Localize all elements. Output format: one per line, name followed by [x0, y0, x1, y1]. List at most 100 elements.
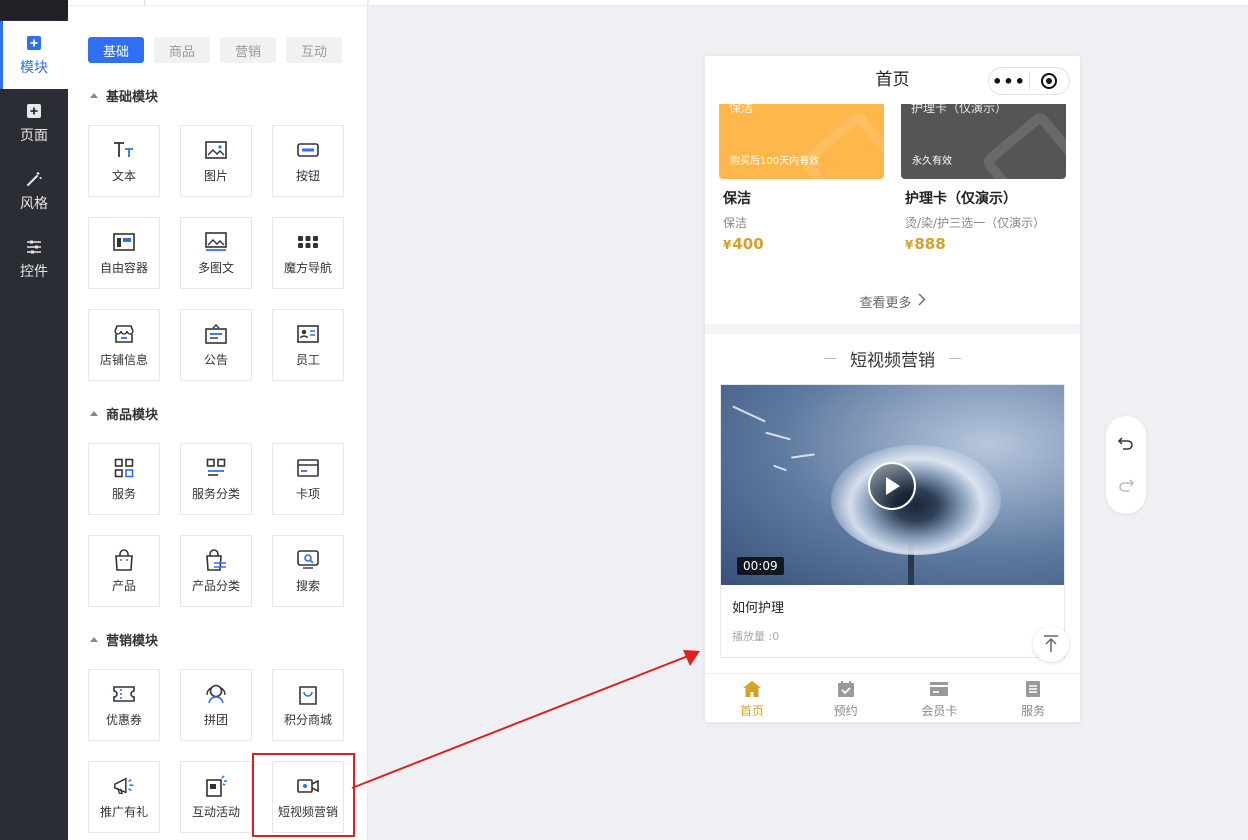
video-thumbnail[interactable]: 00:09	[721, 385, 1064, 585]
more-dots-icon[interactable]: •••	[989, 68, 1029, 94]
module-label: 搜索	[295, 578, 320, 593]
undo-icon[interactable]	[1116, 434, 1136, 454]
module-cube-nav[interactable]: 魔方导航	[272, 217, 344, 289]
module-label: 按钮	[295, 168, 320, 183]
panel-tabs: 基础 商品 营销 互动	[88, 37, 342, 63]
view-more-label: 查看更多	[859, 296, 912, 311]
bag-list-icon	[205, 548, 227, 571]
tabbar-item-home[interactable]: 首页	[705, 674, 799, 722]
store-icon	[113, 323, 135, 345]
module-label: 自由容器	[99, 260, 148, 275]
module-label: 产品	[111, 578, 136, 593]
module-label: 员工	[295, 352, 320, 367]
container-icon	[113, 231, 135, 253]
module-multi-image-text[interactable]: 多图文	[180, 217, 252, 289]
section-title-goods[interactable]: 商品模块	[90, 404, 158, 423]
section-title-marketing[interactable]: 营销模块	[90, 630, 158, 649]
currency-symbol: ¥	[905, 238, 914, 252]
rail-item-pages[interactable]: 页面	[0, 89, 68, 157]
miniapp-capsule[interactable]: •••	[988, 67, 1070, 95]
tab-interaction[interactable]: 互动	[286, 37, 342, 63]
module-label: 优惠券	[105, 712, 142, 727]
module-product[interactable]: 产品	[88, 535, 160, 607]
card-desc: 烫/染/护三选一（仅演示）	[905, 216, 1046, 230]
video-name: 如何护理	[732, 601, 785, 616]
module-text[interactable]: 文本	[88, 125, 160, 197]
text-icon	[113, 139, 135, 161]
module-product-category[interactable]: 产品分类	[180, 535, 252, 607]
module-label: 多图文	[197, 260, 234, 275]
service-list-icon	[1022, 678, 1044, 700]
tab-marketing[interactable]: 营销	[220, 37, 276, 63]
tab-goods[interactable]: 商品	[154, 37, 210, 63]
back-to-top-icon[interactable]	[1033, 626, 1069, 662]
product-card-banner-2[interactable]: 护理卡（仅演示） 永久有效	[901, 104, 1066, 179]
card-price: ¥400	[723, 235, 764, 253]
view-more-link[interactable]: 查看更多	[705, 292, 1080, 311]
module-label: 卡项	[295, 486, 320, 501]
sliders-icon	[24, 237, 44, 257]
module-label: 产品分类	[191, 578, 240, 593]
video-card[interactable]: 00:09 如何护理 播放量 :0	[720, 384, 1065, 658]
tabbar-item-booking[interactable]: 预约	[799, 674, 893, 722]
module-service[interactable]: 服务	[88, 443, 160, 515]
id-card-icon	[297, 323, 319, 345]
section-title-text: 营销模块	[106, 634, 159, 649]
module-card-item[interactable]: 卡项	[272, 443, 344, 515]
banner-title: 护理卡（仅演示）	[911, 104, 1008, 115]
tabbar-item-service[interactable]: 服务	[986, 674, 1080, 722]
tabbar-label: 会员卡	[921, 703, 958, 718]
module-label: 服务	[111, 486, 136, 501]
module-interactive-activity[interactable]: 互动活动	[180, 761, 252, 833]
card-desc: 保洁	[723, 216, 748, 230]
video-camera-icon	[297, 775, 319, 797]
target-close-icon[interactable]	[1030, 68, 1069, 94]
rail-item-style[interactable]: 风格	[0, 157, 68, 225]
module-coupon[interactable]: 优惠券	[88, 669, 160, 741]
chevron-right-icon	[918, 293, 926, 310]
banner-title: 保洁	[729, 104, 754, 115]
card-name: 保洁	[723, 191, 751, 207]
calendar-check-icon	[835, 678, 857, 700]
card-name: 护理卡（仅演示）	[905, 191, 1017, 207]
module-image[interactable]: 图片	[180, 125, 252, 197]
notice-icon	[205, 323, 227, 345]
module-free-container[interactable]: 自由容器	[88, 217, 160, 289]
canvas-top-bar	[369, 0, 1248, 6]
tabbar-label: 服务	[1021, 703, 1046, 718]
megaphone-icon	[113, 775, 135, 797]
product-card-banner-1[interactable]: 保洁 购买后100天内有效	[719, 104, 884, 179]
title-dash-right	[949, 358, 961, 359]
card-price: ¥888	[905, 235, 946, 253]
module-search[interactable]: 搜索	[272, 535, 344, 607]
tabbar-item-member-card[interactable]: 会员卡	[893, 674, 987, 722]
coupon-icon	[113, 683, 135, 705]
module-store-info[interactable]: 店铺信息	[88, 309, 160, 381]
section-title-text: 短视频营销	[850, 351, 935, 371]
price-value: 888	[914, 235, 946, 253]
category-icon	[205, 457, 227, 479]
module-group-buy[interactable]: 拼团	[180, 669, 252, 741]
module-referral[interactable]: 推广有礼	[88, 761, 160, 833]
module-short-video-marketing[interactable]: 短视频营销	[272, 761, 344, 833]
tabbar-label: 首页	[739, 703, 764, 718]
module-notice[interactable]: 公告	[180, 309, 252, 381]
section-title-text: 基础模块	[106, 90, 159, 105]
section-divider	[705, 324, 1080, 334]
module-service-category[interactable]: 服务分类	[180, 443, 252, 515]
rail-item-controls[interactable]: 控件	[0, 225, 68, 293]
module-button[interactable]: 按钮	[272, 125, 344, 197]
grid-dots-icon	[297, 231, 319, 253]
banner-decoration	[797, 109, 884, 179]
module-staff[interactable]: 员工	[272, 309, 344, 381]
module-points-mall[interactable]: 积分商城	[272, 669, 344, 741]
play-icon[interactable]	[868, 462, 916, 510]
undo-redo-panel	[1106, 416, 1146, 514]
tabbar-label: 预约	[833, 703, 858, 718]
module-label: 图片	[203, 168, 228, 183]
rail-item-modules[interactable]: 模块	[0, 21, 68, 89]
section-title-basic[interactable]: 基础模块	[90, 86, 158, 105]
tab-basic[interactable]: 基础	[88, 37, 144, 63]
section-title-text: 商品模块	[106, 408, 159, 423]
redo-icon[interactable]	[1116, 476, 1136, 496]
